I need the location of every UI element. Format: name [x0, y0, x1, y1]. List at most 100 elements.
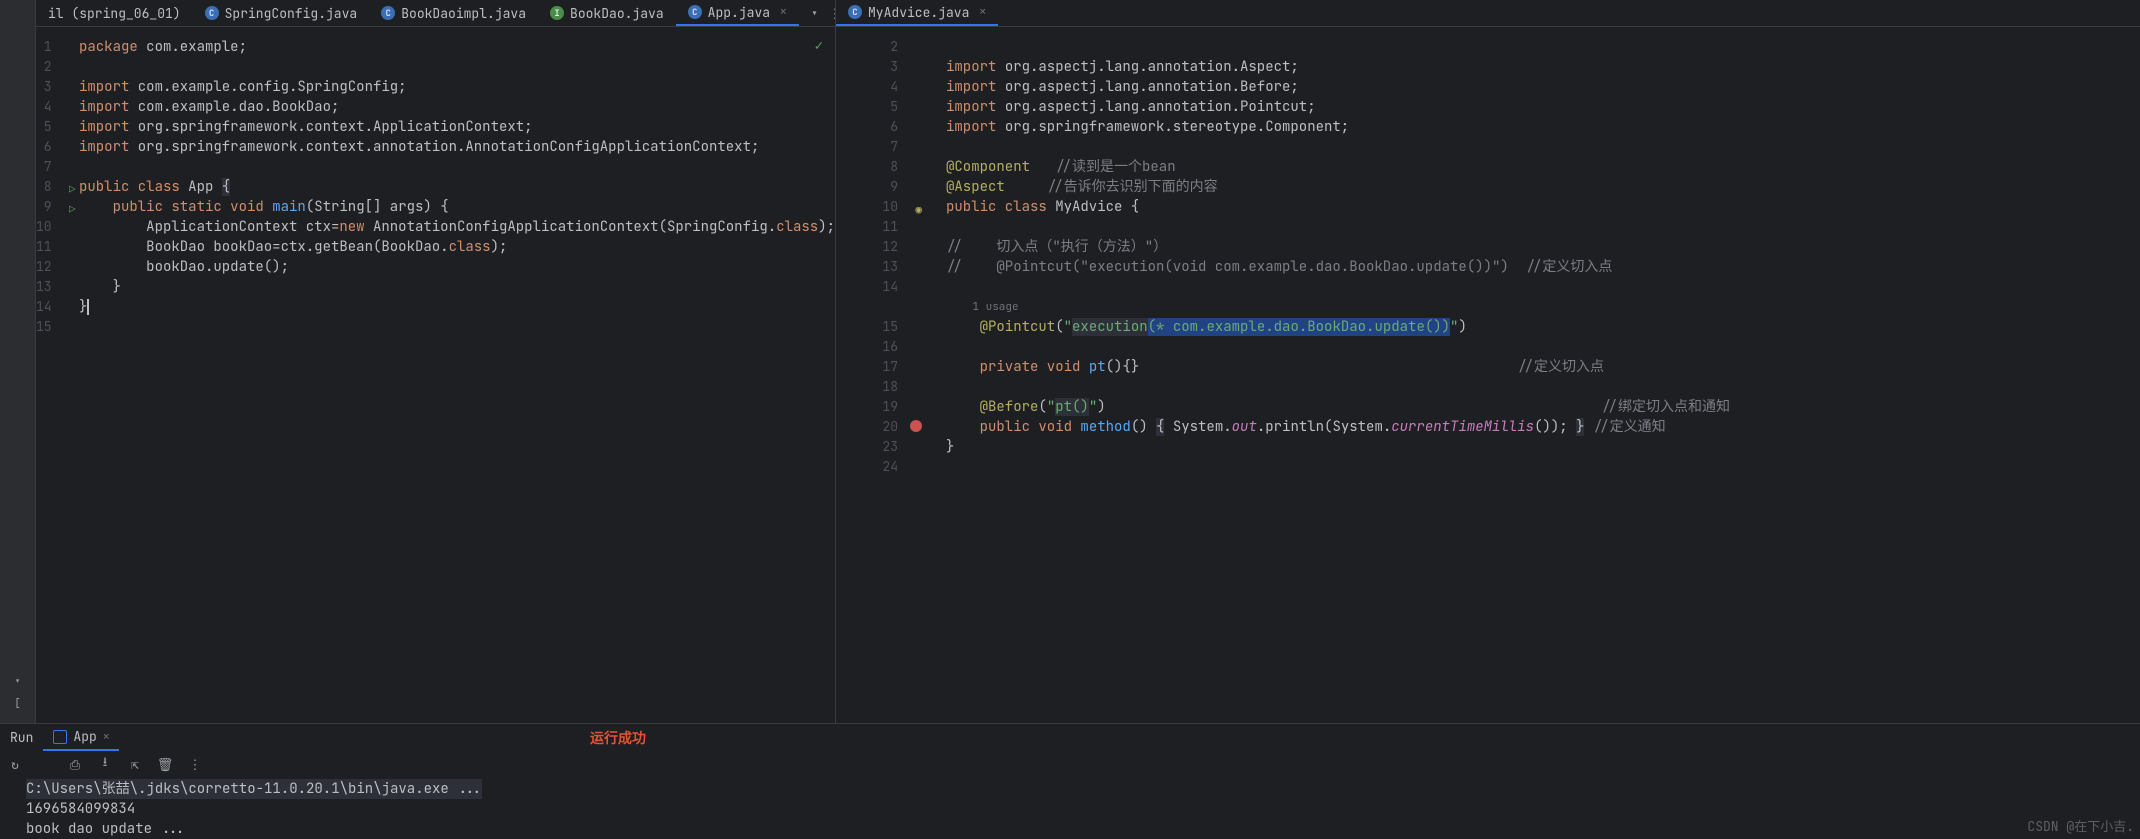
class-icon: C: [381, 6, 395, 20]
code-line[interactable]: // 切入点（"执行（方法）"）: [946, 237, 2140, 257]
code-line[interactable]: public class App {: [79, 177, 835, 197]
run-tab-app[interactable]: App ✕: [43, 724, 119, 751]
line-number: 3: [36, 77, 60, 97]
left-tabbar: il (spring_06_01)CSpringConfig.javaCBook…: [36, 0, 835, 27]
tab-bookdao-java[interactable]: I BookDao.java: [538, 0, 676, 26]
more-icon[interactable]: ⋮: [828, 5, 835, 22]
code-line[interactable]: public void method() { System.out.printl…: [946, 417, 2140, 437]
code-line[interactable]: }: [79, 297, 835, 317]
code-line[interactable]: [946, 277, 2140, 297]
left-code[interactable]: package com.example; import com.example.c…: [65, 27, 835, 723]
code-line[interactable]: @Before("pt()") //绑定切入点和通知: [946, 397, 2140, 417]
bracket-icon[interactable]: [: [14, 697, 21, 711]
code-line[interactable]: [79, 157, 835, 177]
code-line[interactable]: @Aspect //告诉你去识别下面的内容: [946, 177, 2140, 197]
code-line[interactable]: }: [79, 277, 835, 297]
code-line[interactable]: [946, 457, 2140, 477]
code-line[interactable]: @Pointcut("execution(* com.example.dao.B…: [946, 317, 2140, 337]
tab-app-java[interactable]: CApp.java✕: [676, 0, 799, 26]
left-editor-pane: il (spring_06_01)CSpringConfig.javaCBook…: [36, 0, 836, 723]
tab-label: MyAdvice.java: [868, 4, 969, 21]
line-number: 19: [836, 397, 906, 417]
right-editor-pane: CMyAdvice.java✕ 2345678910◉1112131415161…: [836, 0, 2140, 723]
close-icon[interactable]: ✕: [979, 5, 986, 19]
tab-springconfig-java[interactable]: CSpringConfig.java: [193, 0, 370, 26]
code-line[interactable]: @Component //读到是一个bean: [946, 157, 2140, 177]
chevron-down-icon[interactable]: ▾: [811, 5, 819, 22]
line-number: 10◉: [836, 197, 906, 217]
code-line[interactable]: import org.aspectj.lang.annotation.Aspec…: [946, 57, 2140, 77]
camera-icon[interactable]: ⎙: [66, 756, 84, 773]
code-line[interactable]: import org.aspectj.lang.annotation.Befor…: [946, 77, 2140, 97]
line-number: 11: [836, 217, 906, 237]
code-line[interactable]: [946, 217, 2140, 237]
code-line[interactable]: [946, 337, 2140, 357]
export-icon[interactable]: ⇱: [126, 756, 144, 773]
code-line[interactable]: [79, 317, 835, 337]
right-code-area[interactable]: 2345678910◉111213141516171819202324 › im…: [836, 27, 2140, 723]
console-output[interactable]: C:\Users\张喆\.jdks\corretto-11.0.20.1\bin…: [0, 777, 2140, 839]
line-number: 9: [836, 177, 906, 197]
tab-label: SpringConfig.java: [225, 5, 358, 22]
code-line[interactable]: [946, 37, 2140, 57]
line-number: 17: [836, 357, 906, 377]
interface-icon: I: [550, 6, 564, 20]
line-number: 2: [36, 57, 60, 77]
editor-splitter: ▾ [ il (spring_06_01)CSpringConfig.javaC…: [0, 0, 2140, 723]
tab-label: BookDao.java: [570, 5, 664, 22]
code-line[interactable]: public class MyAdvice {: [946, 197, 2140, 217]
right-tabbar: CMyAdvice.java✕: [836, 0, 2140, 27]
run-panel: Run App ✕ 运行成功 ↻ ⎙ ⭳ ⇱ 🗑 ⋮ C:\Users\张喆\.…: [0, 723, 2140, 839]
error-gutter-icon[interactable]: [910, 420, 922, 432]
rerun-icon[interactable]: ↻: [6, 756, 24, 773]
tab-bookdaoimpl-java[interactable]: CBookDaoimpl.java: [369, 0, 538, 26]
code-line[interactable]: public static void main(String[] args) {: [79, 197, 835, 217]
code-line[interactable]: import com.example.config.SpringConfig;: [79, 77, 835, 97]
line-number: 20: [836, 417, 906, 437]
run-gutter-icon[interactable]: ▷: [69, 180, 76, 200]
code-line[interactable]: import org.springframework.stereotype.Co…: [946, 117, 2140, 137]
line-number: 5: [36, 117, 60, 137]
line-number: 14: [36, 297, 60, 317]
code-line[interactable]: ApplicationContext ctx=new AnnotationCon…: [79, 217, 835, 237]
code-line[interactable]: }: [946, 437, 2140, 457]
line-number: [836, 297, 906, 317]
code-line[interactable]: package com.example;: [79, 37, 835, 57]
line-number: 7: [836, 137, 906, 157]
code-line[interactable]: [946, 137, 2140, 157]
line-number: 13: [836, 257, 906, 277]
run-gutter-icon[interactable]: ▷: [69, 200, 76, 220]
code-line[interactable]: import org.springframework.context.Appli…: [79, 117, 835, 137]
tab-il-spring_06_01-[interactable]: il (spring_06_01): [36, 0, 193, 26]
line-number: 23: [836, 437, 906, 457]
chevron-down-icon[interactable]: ▾: [14, 675, 21, 689]
run-panel-label[interactable]: Run: [0, 729, 43, 746]
console-line: 1696584099834: [26, 799, 2140, 819]
console-line: book dao update ...: [26, 819, 2140, 839]
code-line[interactable]: [946, 377, 2140, 397]
tab-myadvice-java[interactable]: CMyAdvice.java✕: [836, 0, 998, 26]
left-code-area[interactable]: ✓ 12345678▷9▷101112131415 package com.ex…: [36, 27, 835, 723]
close-icon[interactable]: ✕: [780, 5, 787, 19]
run-annotation: 运行成功: [590, 728, 646, 748]
right-gutter-marks: ›: [906, 27, 932, 723]
code-line[interactable]: private void pt(){} //定义切入点: [946, 357, 2140, 377]
code-line[interactable]: 1 usage: [946, 297, 2140, 317]
line-number: 2: [836, 37, 906, 57]
code-line[interactable]: bookDao.update();: [79, 257, 835, 277]
code-line[interactable]: import com.example.dao.BookDao;: [79, 97, 835, 117]
code-line[interactable]: import org.springframework.context.annot…: [79, 137, 835, 157]
right-code[interactable]: import org.aspectj.lang.annotation.Aspec…: [932, 27, 2140, 723]
code-line[interactable]: import org.aspectj.lang.annotation.Point…: [946, 97, 2140, 117]
code-line[interactable]: [79, 57, 835, 77]
close-icon[interactable]: ✕: [103, 730, 110, 744]
aop-gutter-icon[interactable]: ◉: [915, 200, 922, 220]
code-line[interactable]: // @Pointcut("execution(void com.example…: [946, 257, 2140, 277]
line-number: 11: [36, 237, 60, 257]
line-number: 18: [836, 377, 906, 397]
line-number: 4: [36, 97, 60, 117]
code-line[interactable]: BookDao bookDao=ctx.getBean(BookDao.clas…: [79, 237, 835, 257]
download-icon[interactable]: ⭳: [96, 753, 114, 775]
trash-icon[interactable]: 🗑: [156, 756, 174, 773]
more-icon[interactable]: ⋮: [186, 756, 204, 773]
